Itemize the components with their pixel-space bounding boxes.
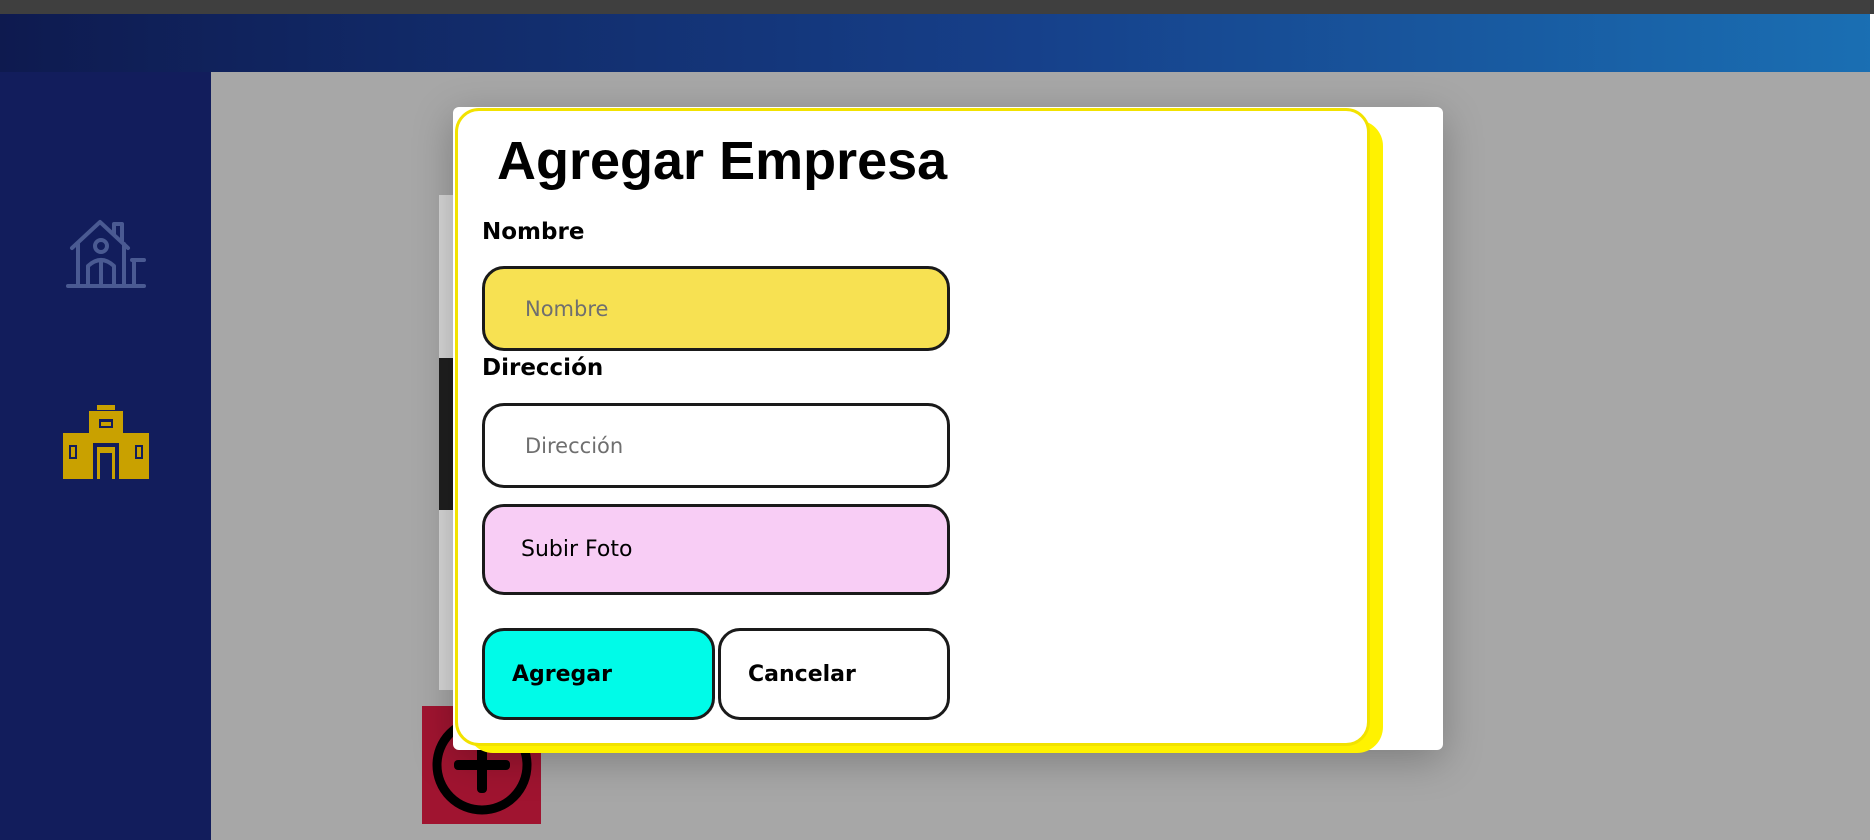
nombre-label: Nombre <box>482 219 585 245</box>
upload-photo-button[interactable]: Subir Foto <box>482 504 950 595</box>
sidebar <box>0 72 211 840</box>
add-button[interactable]: Agregar <box>482 628 715 720</box>
cancel-button-label: Cancelar <box>748 661 856 687</box>
sidebar-item-companies[interactable] <box>58 394 154 490</box>
sidebar-item-home[interactable] <box>58 204 154 300</box>
modal-title: Agregar Empresa <box>497 131 948 191</box>
direccion-label: Dirección <box>482 355 604 381</box>
upload-photo-label: Subir Foto <box>521 537 633 562</box>
browser-strip <box>0 0 1874 14</box>
nombre-input[interactable] <box>482 266 950 351</box>
home-icon <box>66 220 146 288</box>
company-building-icon <box>63 405 149 479</box>
header-bar <box>0 14 1874 72</box>
cancel-button[interactable]: Cancelar <box>718 628 950 720</box>
add-button-label: Agregar <box>512 661 612 687</box>
window-edge <box>1870 14 1874 840</box>
direccion-input[interactable] <box>482 403 950 488</box>
app-window: Agregar Empresa Nombre Dirección Subir F… <box>0 0 1874 840</box>
